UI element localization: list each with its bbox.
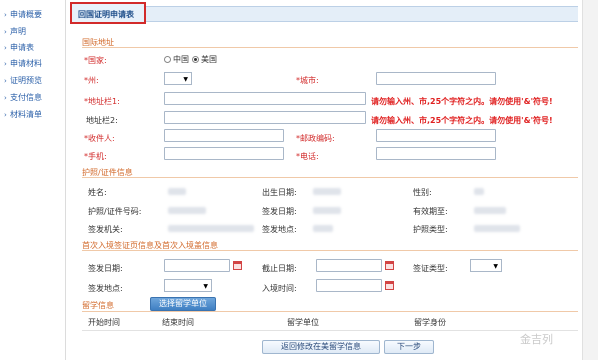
watermark-logo: 金吉列 — [520, 333, 553, 346]
radio-usa[interactable] — [192, 56, 199, 63]
name-label: 姓名: — [88, 188, 107, 197]
sidebar-item-label: 申请表 — [10, 43, 34, 52]
visa-type-select[interactable]: ▼ — [470, 259, 502, 272]
radio-china[interactable] — [164, 56, 171, 63]
sidebar-item-payment[interactable]: › 支付信息 — [4, 91, 42, 105]
redacted-passport-type — [474, 225, 520, 232]
recipient-input[interactable] — [164, 129, 284, 142]
redacted-name — [168, 188, 186, 195]
address1-label: *地址栏1: — [84, 97, 120, 106]
form-header-bar — [70, 6, 578, 22]
divider — [82, 311, 578, 312]
sidebar-item-label: 证明预览 — [10, 76, 42, 85]
visa-expiry-input[interactable] — [316, 259, 382, 272]
passport-issue-date-label: 签发日期: — [262, 207, 297, 216]
sidebar-item-preview[interactable]: › 证明预览 — [4, 74, 42, 88]
city-label: *城市: — [296, 76, 319, 85]
sidebar-item-label: 支付信息 — [10, 93, 42, 102]
dropdown-arrow-icon: ▼ — [183, 76, 188, 83]
section-title-study: 留学信息 — [82, 301, 114, 310]
dropdown-arrow-icon: ▼ — [203, 283, 208, 290]
sidebar-item-label: 材料清单 — [10, 110, 42, 119]
column-header-status: 留学身份 — [414, 318, 446, 327]
redacted-passport-number — [168, 207, 206, 214]
sidebar-item-checklist[interactable]: › 材料清单 — [4, 108, 42, 122]
country-label: *国家: — [84, 56, 107, 65]
address1-input[interactable] — [164, 92, 366, 105]
redacted-expiry — [474, 207, 506, 214]
column-header-school: 留学单位 — [287, 318, 319, 327]
mobile-input[interactable] — [164, 147, 284, 160]
address2-label: 地址栏2: — [86, 116, 118, 125]
divider — [82, 250, 578, 251]
state-label: *州: — [84, 76, 99, 85]
visa-issue-date-label: 签发日期: — [88, 264, 123, 273]
redacted-birth-date — [313, 188, 341, 195]
recipient-label: *收件人: — [84, 134, 115, 143]
redacted-issue-place — [313, 225, 333, 232]
calendar-icon[interactable] — [385, 281, 394, 290]
birth-date-label: 出生日期: — [262, 188, 297, 197]
next-button[interactable]: 下一步 — [384, 340, 434, 354]
column-header-end: 结束时间 — [162, 318, 194, 327]
sidebar-item-statement[interactable]: › 声明 — [4, 25, 26, 39]
entry-time-input[interactable] — [316, 279, 382, 292]
sidebar-item-label: 声明 — [10, 27, 26, 36]
select-school-button[interactable]: 选择留学单位 — [150, 297, 216, 311]
back-edit-button[interactable]: 返回修改在美留学信息 — [262, 340, 380, 354]
address2-warning: 请勿输入州、市,25个字符之内。请勿使用'&'符号! — [371, 116, 553, 125]
divider — [82, 177, 578, 178]
mobile-label: *手机: — [84, 152, 107, 161]
redacted-issue-date — [313, 207, 341, 214]
column-header-start: 开始时间 — [88, 318, 120, 327]
radio-label-usa: 美国 — [201, 55, 217, 64]
sidebar-item-overview[interactable]: › 申请概要 — [4, 8, 42, 22]
page-title: 回国证明申请表 — [78, 10, 134, 19]
passport-type-label: 护照类型: — [413, 225, 448, 234]
visa-issue-date-input[interactable] — [164, 259, 230, 272]
redacted-gender — [474, 188, 484, 195]
entry-time-label: 入境时间: — [262, 284, 297, 293]
sidebar-item-label: 申请材料 — [10, 59, 42, 68]
scrollbar[interactable] — [582, 0, 598, 360]
sidebar-item-application-form[interactable]: › 申请表 — [4, 41, 34, 55]
postcode-input[interactable] — [376, 129, 496, 142]
visa-type-label: 签证类型: — [413, 264, 448, 273]
address2-input[interactable] — [164, 111, 366, 124]
passport-issue-place-label: 签发地点: — [262, 225, 297, 234]
sidebar-item-label: 申请概要 — [10, 10, 42, 19]
sidebar-nav: › 申请概要 › 声明 › 申请表 › 申请材料 › 证明预览 › 支付信息 › 材料清单 — [0, 0, 66, 360]
calendar-icon[interactable] — [385, 261, 394, 270]
sidebar-item-materials[interactable]: › 申请材料 — [4, 57, 42, 71]
gender-label: 性别: — [413, 188, 432, 197]
radio-label-china: 中国 — [173, 55, 189, 64]
issuing-authority-label: 签发机关: — [88, 225, 123, 234]
postcode-label: *邮政编码: — [296, 134, 335, 143]
visa-expiry-label: 截止日期: — [262, 264, 297, 273]
visa-issue-place-select[interactable]: ▼ — [164, 279, 212, 292]
state-select[interactable]: ▼ — [164, 72, 192, 85]
address1-warning: 请勿输入州、市,25个字符之内。请勿使用'&'符号! — [371, 97, 553, 106]
divider — [82, 47, 578, 48]
calendar-icon[interactable] — [233, 261, 242, 270]
passport-number-label: 护照/证件号码: — [88, 207, 142, 216]
divider — [82, 330, 578, 331]
phone-input[interactable] — [376, 147, 496, 160]
phone-label: *电话: — [296, 152, 319, 161]
dropdown-arrow-icon: ▼ — [493, 263, 498, 270]
visa-issue-place-label: 签发地点: — [88, 284, 123, 293]
city-input[interactable] — [376, 72, 496, 85]
expiry-label: 有效期至: — [413, 207, 448, 216]
redacted-issuing-authority — [168, 225, 254, 232]
